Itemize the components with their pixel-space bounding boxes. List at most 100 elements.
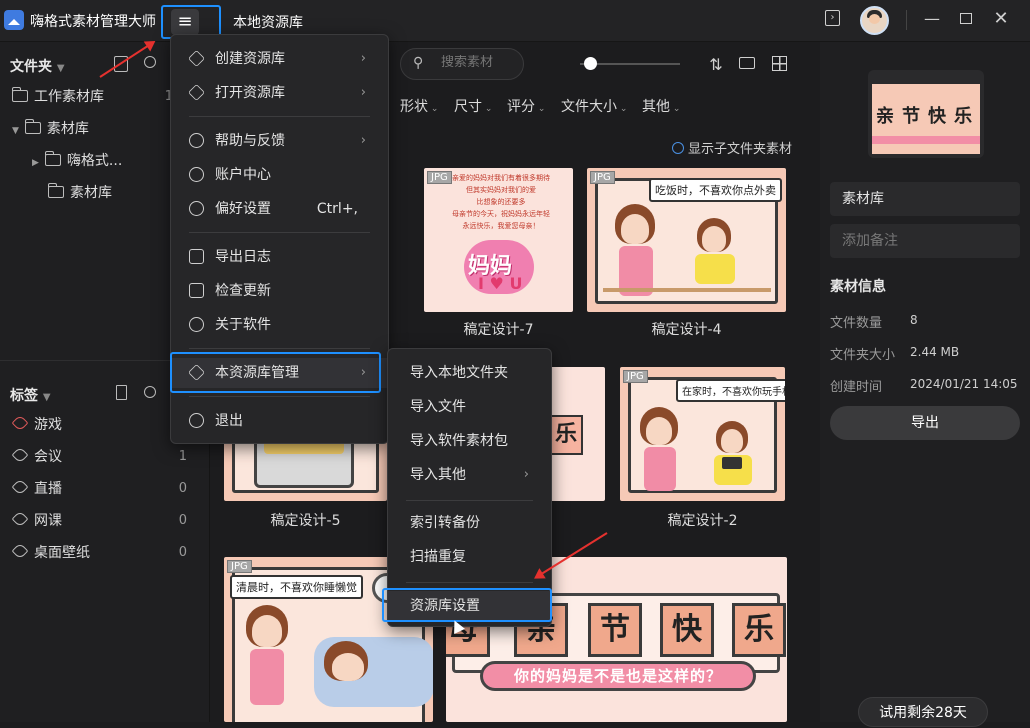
shortcut-label: Ctrl+, xyxy=(316,201,358,217)
folder-thumbnail: 亲节快乐 xyxy=(868,70,984,158)
highlight-library-management xyxy=(170,352,381,393)
minimize-icon[interactable]: — xyxy=(921,9,943,29)
filter-filesize[interactable]: 文件大小 ⌄ xyxy=(561,96,627,116)
trial-badge[interactable]: 试用剩余28天 xyxy=(858,697,988,727)
submenu-item-import-other[interactable]: 导入其他 › xyxy=(388,460,551,490)
info-header: 素材信息 xyxy=(830,279,886,295)
app-logo-icon xyxy=(4,10,24,30)
info-value: 2024/01/21 14:05 xyxy=(910,377,1018,391)
menu-item-preferences[interactable]: 偏好设置 Ctrl+, xyxy=(171,194,388,224)
tag-icon xyxy=(11,542,29,560)
tag-icon xyxy=(11,414,29,432)
gear-icon xyxy=(189,201,204,216)
asset-card[interactable]: JPG 吃饭时，不喜欢你点外卖 xyxy=(587,168,786,312)
card-name: 稿定设计-5 xyxy=(270,513,341,529)
filter-rating[interactable]: 评分 ⌄ xyxy=(507,96,545,116)
tag-item[interactable]: 会议 1 xyxy=(0,442,209,472)
banner-char: 节 xyxy=(588,603,642,657)
banner-char: 快 xyxy=(660,603,714,657)
tag-item[interactable]: 桌面壁纸 0 xyxy=(0,538,209,568)
folder-icon xyxy=(12,87,28,102)
submenu-item-import-file[interactable]: 导入文件 xyxy=(388,392,551,422)
display-icon[interactable] xyxy=(739,57,755,69)
check-circle-icon xyxy=(672,142,684,154)
chevron-right-icon: › xyxy=(360,85,366,100)
tags-header: 标签 ▼ xyxy=(10,388,51,404)
menu-item-account[interactable]: 账户中心 xyxy=(171,160,388,190)
submenu-item-scan-duplicates[interactable]: 扫描重复 xyxy=(388,542,551,572)
menu-item-create-library[interactable]: 创建资源库 › xyxy=(171,44,388,74)
search-icon[interactable] xyxy=(144,56,156,68)
file-type-badge: JPG xyxy=(590,171,615,184)
highlight-library-settings xyxy=(382,588,552,622)
sort-icon[interactable]: ⇅ xyxy=(705,55,727,75)
search-icon: ⚲ xyxy=(413,55,424,71)
avatar[interactable] xyxy=(860,6,889,35)
search-input[interactable] xyxy=(441,55,521,70)
app-title: 嗨格式素材管理大师 xyxy=(30,14,156,30)
banner-slogan: 你的妈妈是不是也是这样的？ xyxy=(480,661,756,691)
menu-divider xyxy=(189,116,370,117)
zoom-slider-handle[interactable] xyxy=(584,57,597,70)
search-box[interactable]: ⚲ xyxy=(400,48,524,80)
speech-bubble: 吃饭时，不喜欢你点外卖 xyxy=(649,178,782,202)
close-icon[interactable]: ✕ xyxy=(990,9,1012,29)
help-icon xyxy=(189,133,204,148)
menu-item-help[interactable]: 帮助与反馈 › xyxy=(171,126,388,156)
divider xyxy=(906,10,907,30)
chevron-right-icon: › xyxy=(360,51,366,66)
chevron-right-icon[interactable]: ▶ xyxy=(32,158,39,168)
submenu-item-index-backup[interactable]: 索引转备份 xyxy=(388,508,551,538)
submenu-item-import-pack[interactable]: 导入软件素材包 xyxy=(388,426,551,456)
chevron-down-icon[interactable]: ▼ xyxy=(12,126,19,136)
search-icon[interactable] xyxy=(144,386,156,398)
menu-item-check-update[interactable]: 检查更新 xyxy=(171,276,388,306)
card-subtitle-text: I ♥ U xyxy=(478,274,523,293)
tag-item[interactable]: 直播 0 xyxy=(0,474,209,504)
folders-header: 文件夹 ▼ xyxy=(10,59,65,75)
info-value: 2.44 MB xyxy=(910,345,960,359)
asset-card[interactable]: 乐 xyxy=(549,367,605,501)
menu-item-open-library[interactable]: 打开资源库 › xyxy=(171,78,388,108)
inspector-panel: 亲节快乐 素材库 添加备注 素材信息 文件数量 8 文件夹大小 2.44 MB … xyxy=(820,42,1030,722)
menu-divider xyxy=(406,500,533,501)
asset-card[interactable]: JPG 亲爱的妈妈对我们有着很多期待 但其实妈妈对我们的爱 比想象的还要多 母亲节的今… xyxy=(424,168,573,312)
info-value: 8 xyxy=(910,313,918,327)
calendar-icon xyxy=(189,249,204,264)
info-key: 文件夹大小 xyxy=(830,348,896,363)
logout-icon xyxy=(189,413,204,428)
folder-icon xyxy=(44,151,61,166)
menu-item-exit[interactable]: 退出 xyxy=(171,406,388,436)
chevron-right-icon: › xyxy=(523,467,529,482)
export-button[interactable]: 导出 xyxy=(830,406,1020,440)
show-subfolder-toggle[interactable]: 显示子文件夹素材 xyxy=(672,138,792,157)
filter-size[interactable]: 尺寸 ⌄ xyxy=(454,96,492,116)
file-type-badge: JPG xyxy=(623,370,648,383)
tag-icon xyxy=(11,510,29,528)
menu-item-about[interactable]: 关于软件 xyxy=(171,310,388,340)
user-icon xyxy=(189,167,204,182)
banner-char: 乐 xyxy=(732,603,786,657)
folder-icon xyxy=(24,119,41,134)
card-name: 稿定设计-7 xyxy=(463,322,534,338)
tag-icon xyxy=(11,478,29,496)
tag-icon xyxy=(11,446,29,464)
menu-divider xyxy=(189,232,370,233)
note-field[interactable]: 添加备注 xyxy=(830,224,1020,258)
filter-shape[interactable]: 形状 ⌄ xyxy=(400,96,438,116)
cube-icon xyxy=(188,84,205,101)
submenu-item-import-folder[interactable]: 导入本地文件夹 xyxy=(388,358,551,388)
asset-card[interactable]: JPG 在家时，不喜欢你玩手机 xyxy=(620,367,785,501)
bookmark-icon[interactable] xyxy=(116,385,127,400)
grid-layout-icon[interactable] xyxy=(772,56,787,71)
name-field[interactable]: 素材库 xyxy=(830,182,1020,216)
hamburger-icon: ≡ xyxy=(171,9,199,35)
menu-divider xyxy=(406,582,533,583)
menu-item-export-log[interactable]: 导出日志 xyxy=(171,242,388,272)
sidebar-toggle-icon[interactable]: › xyxy=(825,10,840,26)
menu-divider xyxy=(189,396,370,397)
maximize-icon[interactable] xyxy=(960,13,972,24)
card-char: 乐 xyxy=(549,415,583,455)
tag-item[interactable]: 网课 0 xyxy=(0,506,209,536)
filter-other[interactable]: 其他 ⌄ xyxy=(642,96,680,116)
